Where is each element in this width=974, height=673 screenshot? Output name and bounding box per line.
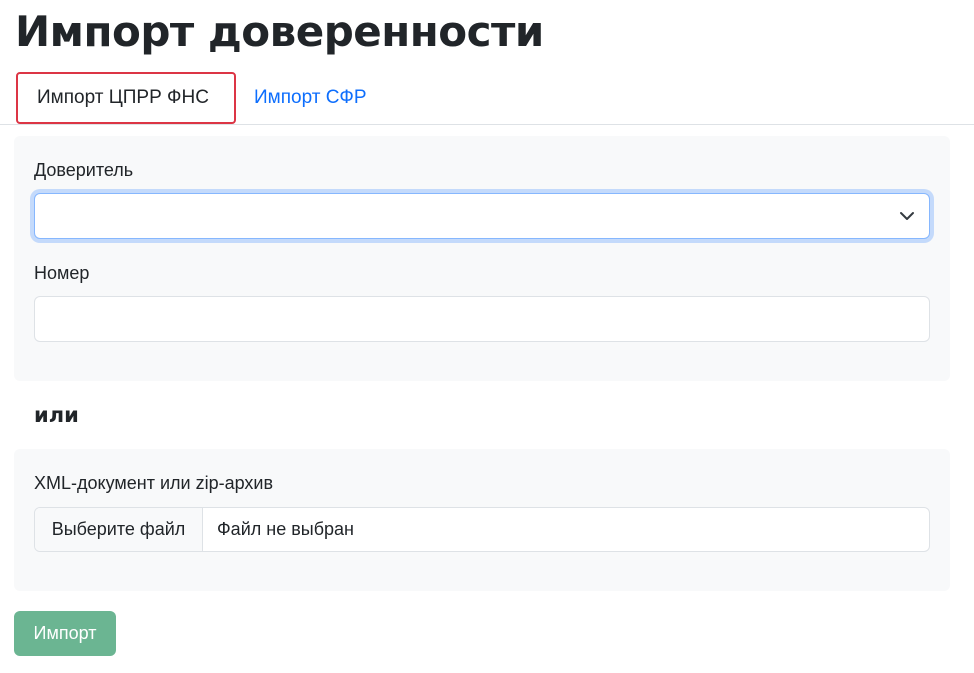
tab-import-sfr[interactable]: Импорт СФР [254,72,367,124]
page-title: Импорт доверенности [15,7,544,56]
or-separator: или [34,403,79,427]
import-button[interactable]: Импорт [14,611,116,656]
file-status-text: Файл не выбран [217,519,354,539]
number-label: Номер [34,263,90,283]
principal-label: Доверитель [34,160,134,180]
tab-import-sfr-label: Импорт СФР [254,87,367,108]
file-upload-card: XML-документ или zip-архив Выберите файл… [14,449,950,591]
tab-import-fns[interactable]: Импорт ЦПРР ФНС [16,72,236,124]
tabs-bar: Импорт ЦПРР ФНС Импорт СФР [0,72,974,125]
number-input[interactable] [34,296,930,342]
file-input[interactable]: Выберите файл Файл не выбран [34,507,930,552]
chevron-down-icon [900,212,914,220]
choose-file-button[interactable]: Выберите файл [35,508,203,551]
tab-import-fns-label: Импорт ЦПРР ФНС [37,87,209,108]
file-upload-label: XML-документ или zip-архив [34,473,274,493]
import-power-of-attorney-page: Импорт доверенности Импорт ЦПРР ФНС Импо… [0,0,974,673]
principal-select[interactable] [34,193,930,239]
principal-number-card: Доверитель Номер [14,136,950,381]
